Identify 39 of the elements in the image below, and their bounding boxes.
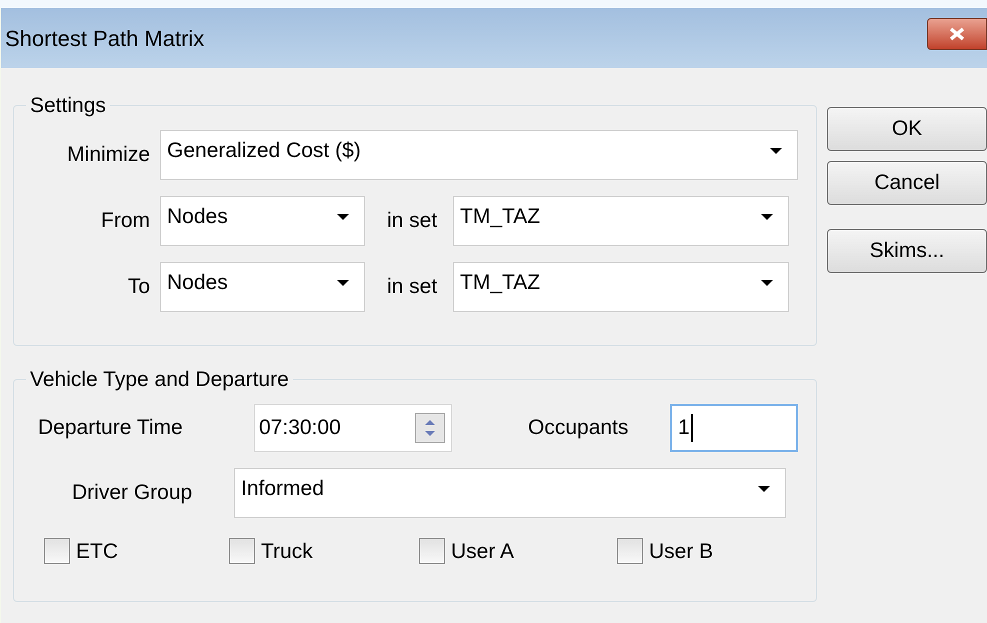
occupants-field[interactable]: 1 xyxy=(670,404,798,452)
checkbox[interactable] xyxy=(419,538,445,564)
field-label: Driver Group xyxy=(72,480,194,506)
field-label: in set xyxy=(387,208,438,234)
field-label: To xyxy=(126,274,150,300)
group-title: Vehicle Type and Departure xyxy=(29,367,290,393)
checkbox-label: User A xyxy=(451,538,514,564)
field-label: Occupants xyxy=(528,414,630,441)
dropdown-arrow-icon xyxy=(760,278,774,286)
driver-group-dropdown[interactable]: Informed xyxy=(234,468,786,518)
set-dropdown[interactable]: TM_TAZ xyxy=(453,196,789,246)
spinner-arrows-icon xyxy=(415,412,445,442)
dropdown-arrow-icon xyxy=(336,278,350,286)
field-label: Minimize xyxy=(66,142,150,168)
field-label: Departure Time xyxy=(38,414,184,441)
dialog-button[interactable]: OK xyxy=(827,107,987,151)
dropdown-arrow-icon xyxy=(769,146,783,154)
set-dropdown[interactable]: TM_TAZ xyxy=(453,262,789,312)
minimize-dropdown[interactable]: Generalized Cost ($) xyxy=(160,130,798,180)
group-title: Settings xyxy=(29,93,107,119)
close-icon xyxy=(948,27,966,41)
window-title: Shortest Path Matrix xyxy=(4,24,204,52)
time-spinner[interactable]: 07:30:00 xyxy=(254,404,452,452)
checkbox[interactable] xyxy=(44,538,70,564)
checkbox-label: User B xyxy=(649,538,714,564)
type-dropdown[interactable]: Nodes xyxy=(160,262,365,312)
dialog-button[interactable]: Cancel xyxy=(827,161,987,205)
dropdown-arrow-icon xyxy=(760,212,774,220)
checkbox[interactable] xyxy=(617,538,643,564)
field-label: in set xyxy=(387,274,438,300)
checkbox-label: ETC xyxy=(76,538,118,564)
dropdown-arrow-icon xyxy=(757,484,771,492)
checkbox[interactable] xyxy=(229,538,255,564)
type-dropdown[interactable]: Nodes xyxy=(160,196,365,246)
dropdown-arrow-icon xyxy=(336,212,350,220)
checkbox-label: Truck xyxy=(261,538,313,564)
field-label: From xyxy=(100,208,150,234)
close-button[interactable] xyxy=(927,18,987,50)
dialog-button[interactable]: Skims... xyxy=(827,229,987,273)
